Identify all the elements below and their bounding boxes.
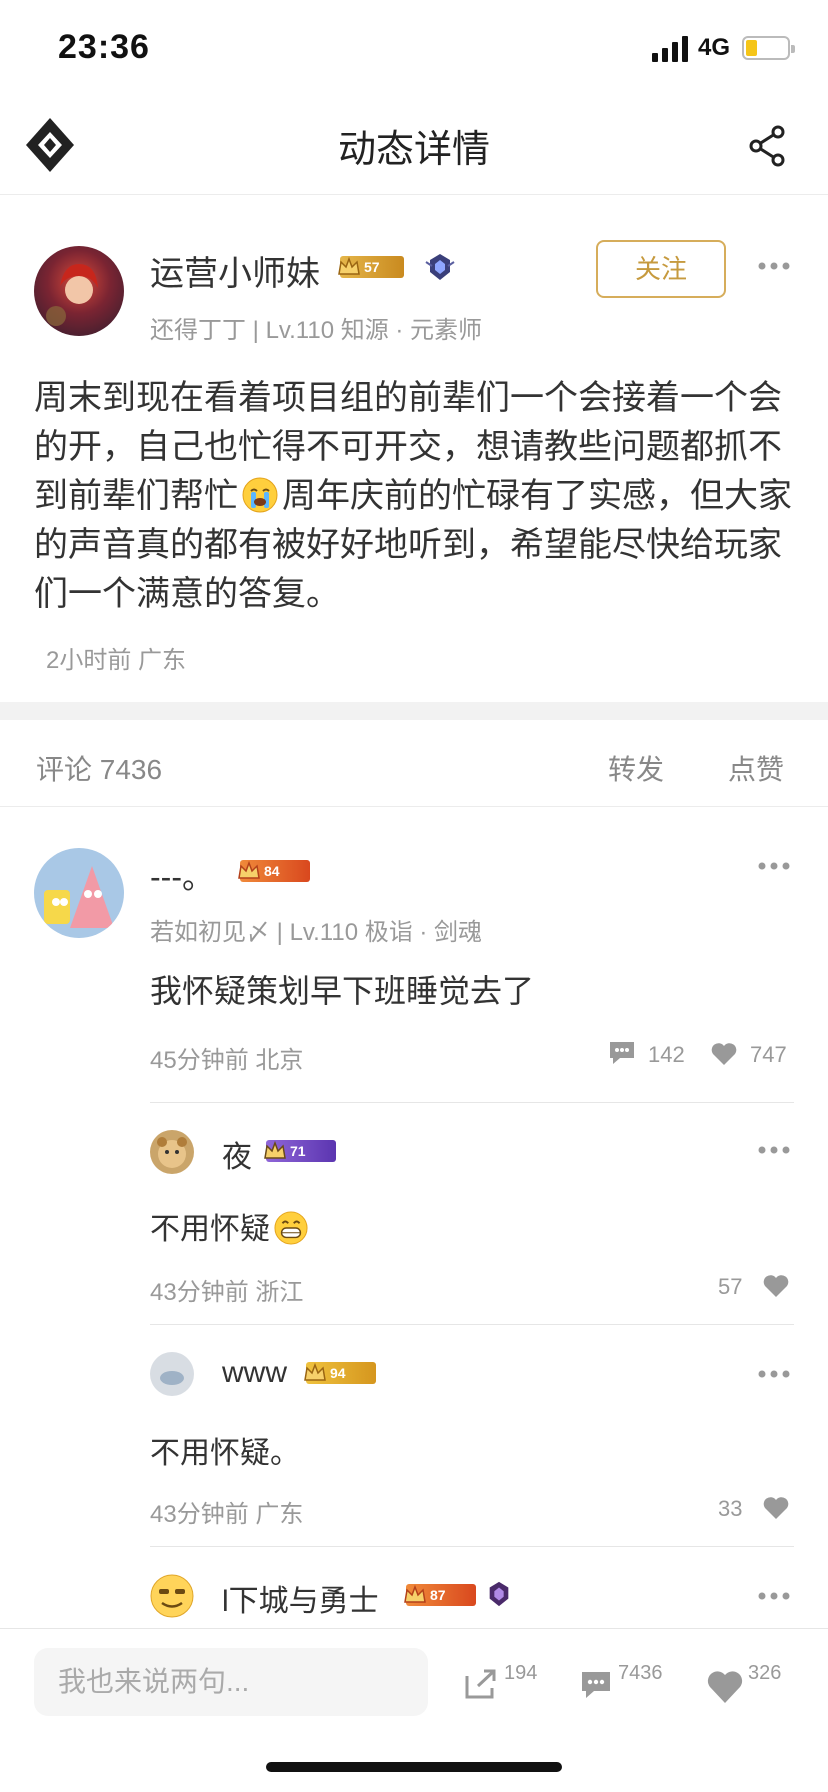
reply-author-name[interactable]: www xyxy=(222,1356,287,1390)
reply-text-content: 不用怀疑 xyxy=(150,1213,270,1246)
more-icon[interactable] xyxy=(758,1370,790,1378)
home-indicator[interactable] xyxy=(266,1762,562,1772)
level-badge: 87 xyxy=(404,1584,476,1606)
more-icon[interactable] xyxy=(758,1146,790,1154)
reply-count: 142 xyxy=(648,1042,685,1067)
tab-forward[interactable]: 转发 xyxy=(608,748,664,788)
post-time: 2小时前 广东 xyxy=(46,647,187,674)
more-icon[interactable] xyxy=(758,862,790,870)
forward-icon[interactable] xyxy=(464,1668,498,1700)
like-count: 747 xyxy=(750,1042,787,1067)
comment-text: 我怀疑策划早下班睡觉去了 xyxy=(150,973,535,1009)
rank-emblem-icon xyxy=(489,1581,509,1607)
tab-comments[interactable]: 评论 7436 xyxy=(36,748,162,788)
level-badge: 71 xyxy=(264,1140,336,1162)
reply-time: 43分钟前 广东 xyxy=(150,1501,304,1528)
tabs-divider xyxy=(0,806,828,807)
level-number: 84 xyxy=(264,863,280,879)
level-badge: 57 xyxy=(338,256,404,278)
heart-icon[interactable] xyxy=(762,1496,790,1520)
post-author-avatar[interactable] xyxy=(34,246,124,336)
reply-divider xyxy=(150,1102,794,1103)
reply-icon[interactable] xyxy=(608,1040,636,1066)
share-icon[interactable] xyxy=(748,124,788,168)
level-badge: 94 xyxy=(304,1362,376,1384)
like-count: 326 xyxy=(748,1662,782,1684)
level-number: 87 xyxy=(430,1587,446,1603)
reply-text: 不用怀疑 xyxy=(150,1204,312,1248)
crown-icon xyxy=(238,860,260,879)
reply-author-avatar[interactable] xyxy=(150,1130,194,1174)
nav-divider xyxy=(0,194,828,195)
reply-author-avatar[interactable] xyxy=(150,1352,194,1396)
bottom-divider xyxy=(0,1628,828,1629)
section-gap xyxy=(0,702,828,720)
more-icon[interactable] xyxy=(758,1592,790,1600)
like-count: 57 xyxy=(718,1274,743,1299)
reply-text: 不用怀疑。 xyxy=(150,1437,300,1470)
post-author-meta: 还得丁丁 | Lv.110 知源 · 元素师 xyxy=(150,317,483,344)
level-badge: 84 xyxy=(238,860,310,882)
post-author-name[interactable]: 运营小师妹 xyxy=(150,246,320,295)
heart-icon[interactable] xyxy=(762,1274,790,1298)
comment-author-name[interactable]: ---。 xyxy=(150,852,214,898)
reply-divider xyxy=(150,1324,794,1325)
heart-icon[interactable] xyxy=(710,1042,738,1066)
network-type: 4G xyxy=(698,34,731,61)
reply-time: 43分钟前 浙江 xyxy=(150,1279,304,1306)
signal-icon xyxy=(652,36,688,62)
level-number: 94 xyxy=(330,1365,346,1381)
comment-icon[interactable] xyxy=(580,1670,612,1700)
level-number: 57 xyxy=(364,259,380,275)
page-title: 动态详情 xyxy=(337,129,490,171)
grin-emoji-icon xyxy=(274,1211,308,1245)
comment-input[interactable]: 我也来说两句... xyxy=(34,1648,428,1716)
comment-time: 45分钟前 北京 xyxy=(150,1047,304,1074)
reply-author-name[interactable]: l下城与勇士 xyxy=(222,1576,379,1620)
reply-author-name[interactable]: 夜 xyxy=(222,1132,252,1176)
crown-icon xyxy=(304,1362,326,1381)
follow-button[interactable]: 关注 xyxy=(596,240,726,298)
crown-icon xyxy=(404,1584,426,1603)
comment-author-meta: 若如初见〆 | Lv.110 极诣 · 剑魂 xyxy=(150,919,483,946)
reply-author-avatar[interactable] xyxy=(150,1574,194,1618)
level-number: 71 xyxy=(290,1143,306,1159)
crying-emoji-icon xyxy=(242,477,278,513)
more-icon[interactable] xyxy=(758,262,790,270)
forward-count: 194 xyxy=(504,1662,538,1684)
battery-icon xyxy=(742,36,795,60)
status-time: 23:36 xyxy=(58,28,150,66)
crown-icon xyxy=(338,256,360,275)
heart-icon[interactable] xyxy=(706,1670,744,1704)
comment-count: 7436 xyxy=(618,1662,663,1684)
tab-like[interactable]: 点赞 xyxy=(728,748,784,788)
post-content: 周末到现在看着项目组的前辈们一个会接着一个会的开，自己也忙得不可开交，想请教些问… xyxy=(34,374,796,619)
comment-author-avatar[interactable] xyxy=(34,848,124,938)
rank-emblem-icon xyxy=(425,254,455,280)
crown-icon xyxy=(264,1140,286,1159)
reply-divider xyxy=(150,1546,794,1547)
like-count: 33 xyxy=(718,1496,743,1521)
